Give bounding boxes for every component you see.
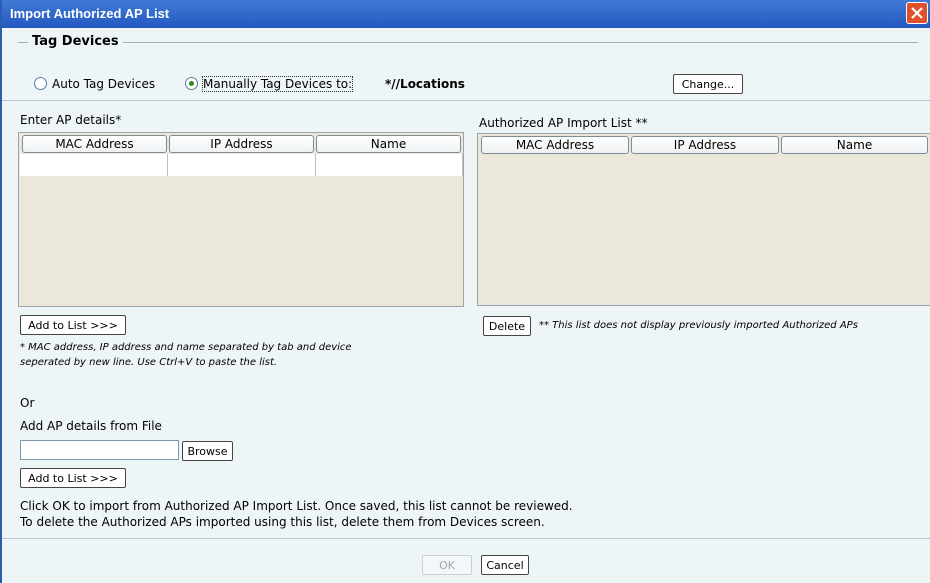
column-header-mac[interactable]: MAC Address: [22, 135, 167, 153]
import-list-label: Authorized AP Import List **: [479, 116, 648, 130]
name-input-cell[interactable]: [316, 154, 463, 176]
column-header-mac[interactable]: MAC Address: [481, 136, 629, 154]
close-button[interactable]: [906, 2, 928, 24]
import-dialog: Import Authorized AP List Tag Devices Au…: [0, 0, 930, 583]
ip-input-cell[interactable]: [168, 154, 316, 176]
import-list-note: ** This list does not display previously…: [539, 320, 858, 331]
enter-details-label: Enter AP details*: [20, 113, 122, 127]
or-label: Or: [20, 396, 35, 410]
column-header-ip[interactable]: IP Address: [631, 136, 779, 154]
manual-tag-label[interactable]: Manually Tag Devices to:: [201, 76, 354, 92]
dialog-title: Import Authorized AP List: [10, 6, 170, 21]
title-bar[interactable]: Import Authorized AP List: [2, 0, 930, 28]
column-header-ip[interactable]: IP Address: [169, 135, 314, 153]
format-note: * MAC address, IP address and name separ…: [20, 342, 352, 368]
import-list-grid[interactable]: MAC Address IP Address Name: [477, 133, 930, 306]
change-location-button[interactable]: Change...: [673, 74, 743, 94]
ok-button[interactable]: OK: [422, 555, 472, 575]
manual-tag-radio[interactable]: [185, 77, 198, 90]
add-file-to-list-button[interactable]: Add to List >>>: [20, 468, 126, 488]
file-label: Add AP details from File: [20, 419, 162, 433]
add-to-list-button[interactable]: Add to List >>>: [20, 315, 126, 335]
cancel-button[interactable]: Cancel: [481, 555, 529, 575]
info-line-2: To delete the Authorized APs imported us…: [20, 515, 545, 529]
file-path-input[interactable]: [20, 440, 179, 460]
divider: [2, 100, 930, 101]
location-path: *//Locations: [385, 77, 465, 91]
footer-divider: [2, 538, 930, 539]
auto-tag-label[interactable]: Auto Tag Devices: [52, 77, 155, 91]
delete-button[interactable]: Delete: [483, 316, 531, 336]
ap-details-grid[interactable]: MAC Address IP Address Name: [18, 132, 464, 307]
info-line-1: Click OK to import from Authorized AP Im…: [20, 499, 573, 513]
column-header-name[interactable]: Name: [316, 135, 461, 153]
close-icon: [911, 7, 923, 19]
column-header-name[interactable]: Name: [781, 136, 928, 154]
auto-tag-radio[interactable]: [34, 77, 47, 90]
tag-devices-group: [18, 42, 918, 101]
browse-button[interactable]: Browse: [182, 441, 233, 461]
mac-input-cell[interactable]: [20, 154, 168, 176]
tag-devices-legend: Tag Devices: [28, 34, 123, 49]
